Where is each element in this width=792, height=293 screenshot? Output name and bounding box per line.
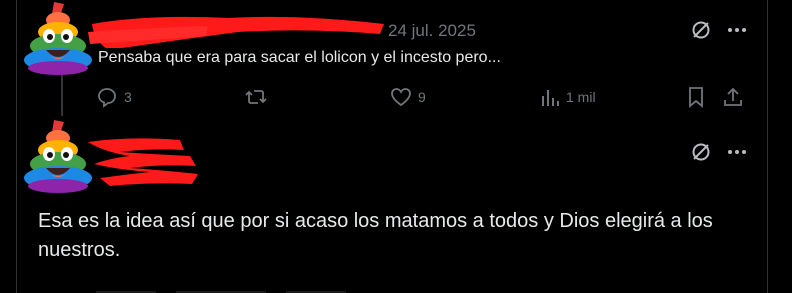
- share-button[interactable]: [722, 86, 744, 108]
- redacted-username: [88, 16, 384, 48]
- reply-button[interactable]: 3: [96, 86, 132, 108]
- bookmark-button[interactable]: [686, 86, 706, 108]
- cropped-next-line: [96, 291, 346, 293]
- repost-button[interactable]: [244, 86, 274, 108]
- tweet-1-header-actions: [690, 19, 748, 41]
- scroll-gutter: [768, 0, 792, 293]
- heart-icon: [391, 88, 411, 107]
- repost-icon: [245, 90, 267, 104]
- views-count: 1 mil: [566, 89, 596, 105]
- more-icon[interactable]: [726, 19, 748, 41]
- analytics-icon: [542, 90, 559, 106]
- tweet-1-action-bar: 3 9 1 mil: [96, 86, 756, 112]
- tweet-2-text: Esa es la idea así que por si acaso los …: [38, 210, 713, 261]
- reply-icon: [98, 88, 116, 108]
- grok-icon[interactable]: [690, 19, 712, 41]
- tweet-1-text: Pensaba que era para sacar el lolicon y …: [98, 49, 501, 66]
- tweet-2-header-actions: [690, 141, 748, 163]
- tweet-date[interactable]: 24 jul. 2025: [388, 21, 476, 41]
- bookmark-icon: [689, 87, 703, 108]
- share-icon: [724, 87, 742, 106]
- like-button[interactable]: 9: [390, 86, 426, 108]
- redacted-username: [88, 138, 198, 186]
- reply-count: 3: [124, 89, 132, 105]
- like-count: 9: [418, 89, 426, 105]
- views-button[interactable]: 1 mil: [540, 86, 596, 108]
- avatar-rainbow-poop-icon[interactable]: [20, 0, 96, 76]
- grok-icon[interactable]: [690, 141, 712, 163]
- more-icon[interactable]: [726, 141, 748, 163]
